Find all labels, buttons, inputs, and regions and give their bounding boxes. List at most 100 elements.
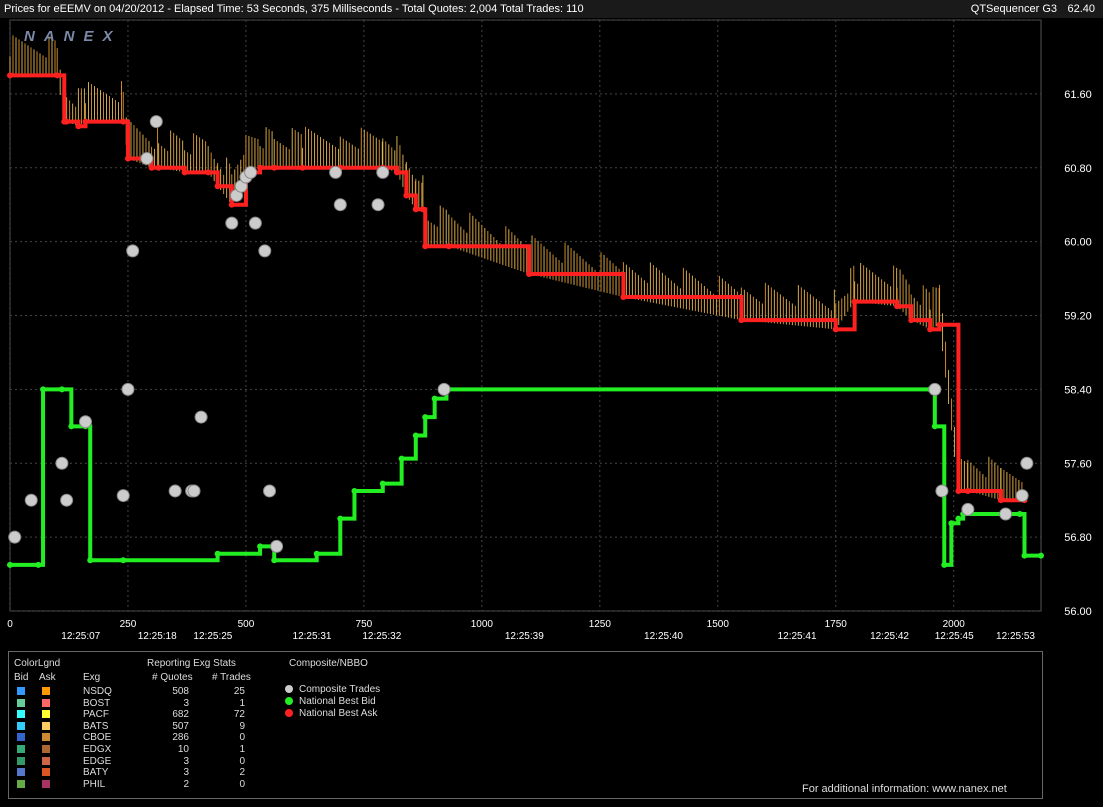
top-price-label: 62.40 [1067,3,1095,15]
best-ask-point [155,164,162,171]
legend-composite-dot [285,697,293,705]
trade-point [263,484,277,498]
legend-exg-cell: BOST [83,697,111,709]
best-ask-point [271,164,278,171]
y-tick-label: 58.40 [1064,384,1092,396]
trade-point [194,410,208,424]
x-tick-label: 1750 [825,619,848,630]
x-tick-label: 0 [7,619,13,630]
y-tick-label: 56.00 [1064,606,1092,618]
legend-bid-swatch [17,745,25,753]
best-ask-point [228,201,235,208]
trade-point [928,382,942,396]
trade-point [329,165,343,179]
x-tick-label: 1000 [471,619,494,630]
legend-quotes-header: # Quotes [152,672,193,683]
best-ask-point [927,326,934,333]
best-bid-point [337,515,344,522]
time-label: 12:25:07 [61,631,100,642]
trade-point [60,493,74,507]
best-ask-point [214,183,221,190]
trade-point [935,484,949,498]
best-bid-point [1016,511,1023,518]
best-bid-point [379,480,386,487]
time-label: 12:25:32 [362,631,401,642]
trade-point [258,244,272,258]
legend-exg-cell: NSDQ [83,686,112,697]
best-ask-point [964,487,971,494]
legend-exg-header: Exg [83,672,101,683]
legend-bid-swatch [17,768,25,777]
legend-bid-swatch [17,721,25,730]
best-ask-point [181,169,188,176]
trade-point [376,165,390,179]
legend-bid-header: Bid [14,672,29,683]
best-bid-point [40,386,47,393]
best-bid-point [87,557,94,564]
legend-trades-cell: 0 [239,732,245,744]
best-ask-point [7,72,13,79]
legend-ask-swatch [42,733,50,742]
best-bid-point [68,423,75,430]
best-ask-point [851,298,858,305]
legend-quotes-cell: 10 [177,744,189,755]
best-bid-point [120,557,127,564]
best-ask-point [832,326,839,333]
best-bid-point [7,561,13,568]
trade-point [168,484,182,498]
x-tick-label: 500 [238,619,255,630]
best-ask-point [738,317,745,324]
legend-ask-swatch [42,687,50,695]
best-ask-point [75,123,82,130]
best-bid-point [35,561,42,568]
legend-exg-cell: CBOE [83,732,112,744]
time-label: 12:25:31 [293,631,332,642]
legend-trades-cell: 0 [239,778,245,790]
legend-bid-swatch [17,756,25,765]
trade-point [24,493,38,507]
y-tick-label: 60.80 [1064,163,1092,175]
legend-ask-swatch [42,710,50,719]
x-tick-label: 750 [356,619,373,630]
trade-point [371,198,385,212]
y-tick-label: 60.00 [1064,237,1092,249]
legend-quotes-cell: 508 [172,686,189,697]
best-bid-point [948,520,955,527]
legend-stats-header: Reporting Exg Stats [147,658,236,669]
legend-ask-swatch [42,745,50,753]
legend-trades-cell: 72 [233,709,245,721]
legend-colorlgnd-header: ColorLgnd [14,658,61,669]
best-ask-point [403,192,410,199]
trade-point [437,382,451,396]
legend-trades-cell: 1 [239,744,245,755]
time-label: 12:25:45 [935,631,974,642]
best-bid-point [1038,552,1044,559]
best-ask-point [54,72,61,79]
legend-composite-label: National Best Ask [299,708,378,719]
legend-quotes-cell: 3 [183,697,189,709]
legend-exg-cell: PACF [83,709,109,721]
x-tick-label: 250 [120,619,137,630]
legend-trades-cell: 25 [233,686,245,697]
y-tick-label: 59.20 [1064,311,1092,323]
best-bid-point [214,550,221,557]
trade-point [244,165,258,179]
title-bar: Prices for eEEMV on 04/20/2012 - Elapsed… [0,0,1103,18]
best-ask-point [620,294,627,301]
best-bid-point [351,487,358,494]
legend-bid-swatch [17,779,25,788]
best-ask-point [422,243,429,250]
app-name: QTSequencer G3 [970,3,1057,15]
legend-trades-header: # Trades [212,672,251,683]
best-ask-point [299,164,306,171]
trade-point [126,244,140,258]
best-ask-point [257,164,264,171]
legend-bid-swatch [17,687,25,695]
legend-trades-cell: 0 [239,755,245,767]
legend-quotes-cell: 682 [172,709,189,721]
legend-trades-cell: 1 [239,697,245,709]
trade-point [225,216,239,230]
best-ask-point [955,487,962,494]
trade-point [140,152,154,166]
legend-quotes-cell: 286 [172,732,189,744]
